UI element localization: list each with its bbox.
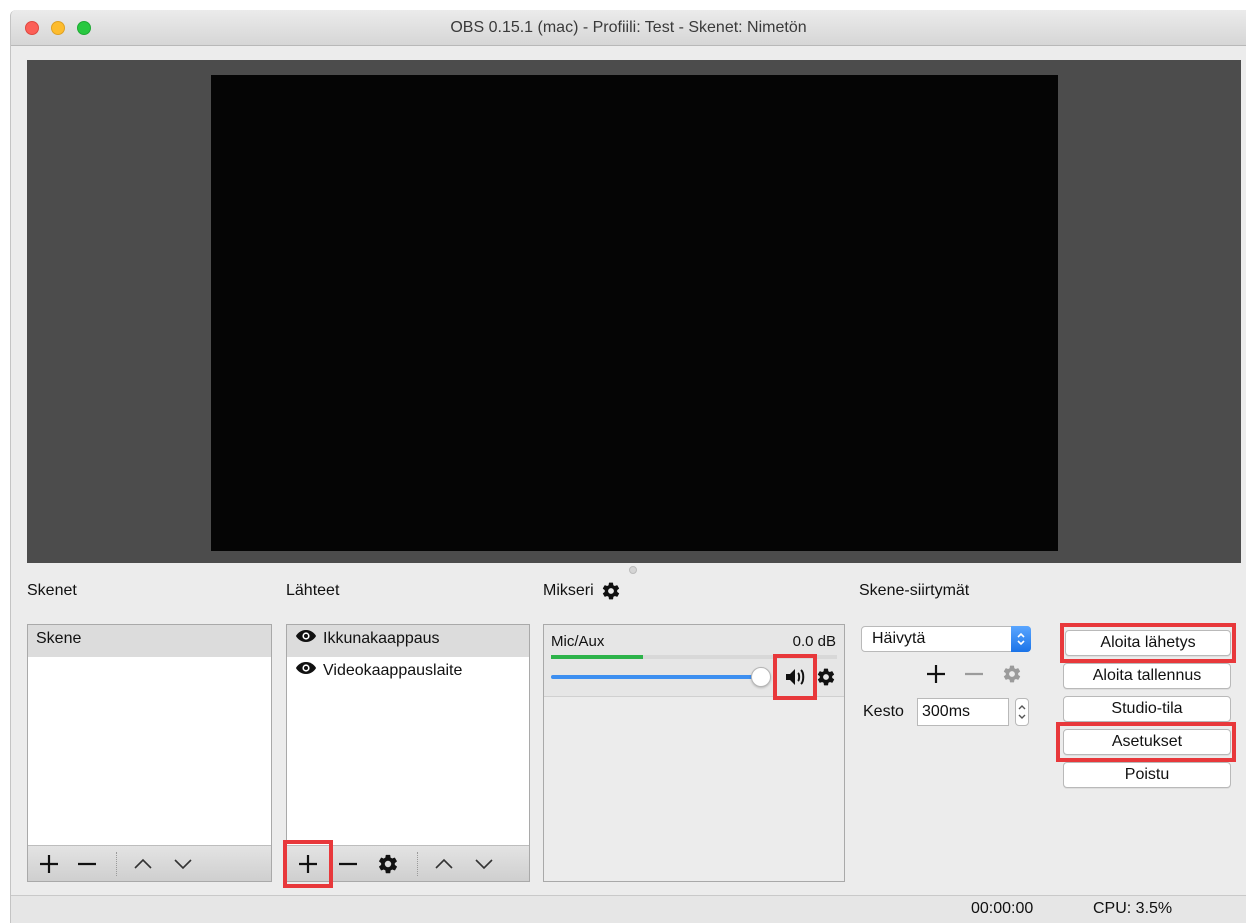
gear-icon <box>817 668 835 686</box>
transition-properties-button[interactable] <box>997 660 1027 688</box>
mixer-title-row: Mikseri <box>543 580 621 602</box>
add-transition-button[interactable] <box>921 660 951 688</box>
toolbar-separator <box>116 852 117 876</box>
plus-icon <box>927 665 945 683</box>
minus-icon <box>339 862 357 866</box>
chevron-down-icon <box>174 859 192 870</box>
duration-label: Kesto <box>863 703 904 720</box>
source-item-label: Videokaappauslaite <box>323 662 463 680</box>
toolbar-separator <box>417 852 418 876</box>
volume-meter-fill <box>551 655 643 659</box>
volume-slider-knob[interactable] <box>751 667 771 687</box>
channel-level: 0.0 dB <box>792 633 836 650</box>
window-title: OBS 0.15.1 (mac) - Profiili: Test - Sken… <box>450 19 807 36</box>
title-bar: OBS 0.15.1 (mac) - Profiili: Test - Sken… <box>11 10 1246 46</box>
exit-button[interactable]: Poistu <box>1063 762 1231 788</box>
stepper-arrows-icon <box>1018 705 1026 719</box>
mixer-gear-icon[interactable] <box>601 581 621 601</box>
channel-settings-button[interactable] <box>814 665 838 689</box>
add-source-highlight <box>283 840 333 888</box>
source-properties-button[interactable] <box>373 850 403 878</box>
volume-slider[interactable] <box>551 667 771 687</box>
transition-select-value: Häivytä <box>872 630 926 647</box>
settings-highlight <box>1056 722 1236 762</box>
remove-transition-button[interactable] <box>959 660 989 688</box>
move-source-up-button[interactable] <box>429 850 459 878</box>
move-scene-up-button[interactable] <box>128 850 158 878</box>
mute-button-highlight <box>773 654 817 700</box>
start-streaming-highlight <box>1060 623 1236 663</box>
add-scene-button[interactable] <box>34 850 64 878</box>
obs-window: OBS 0.15.1 (mac) - Profiili: Test - Sken… <box>10 10 1246 923</box>
preview-area[interactable] <box>27 60 1241 563</box>
move-scene-down-button[interactable] <box>168 850 198 878</box>
eye-icon[interactable] <box>295 625 317 653</box>
source-item-label: Ikkunakaappaus <box>323 630 440 648</box>
scenes-panel: Skene <box>27 624 272 882</box>
studio-mode-button[interactable]: Studio-tila <box>1063 696 1231 722</box>
stream-time: 00:00:00 <box>971 900 1034 917</box>
remove-source-button[interactable] <box>333 850 363 878</box>
scenes-title: Skenet <box>27 582 77 599</box>
chevron-up-icon <box>435 858 453 869</box>
source-item[interactable]: Ikkunakaappaus <box>287 625 529 657</box>
splitter-handle[interactable] <box>629 566 637 574</box>
remove-scene-button[interactable] <box>72 850 102 878</box>
duration-input[interactable]: 300ms <box>917 698 1009 726</box>
transitions-title: Skene-siirtymät <box>859 582 970 599</box>
start-recording-button[interactable]: Aloita tallennus <box>1063 663 1231 689</box>
scenes-toolbar <box>28 845 271 881</box>
gear-icon <box>379 854 397 874</box>
channel-name: Mic/Aux <box>551 633 605 650</box>
chevron-up-icon <box>134 858 152 869</box>
preview-canvas[interactable] <box>211 75 1058 551</box>
plus-icon <box>40 855 58 873</box>
select-arrows-icon <box>1011 626 1031 652</box>
duration-stepper[interactable] <box>1015 698 1029 726</box>
sources-title: Lähteet <box>286 582 340 599</box>
cpu-usage: CPU: 3.5% <box>1093 900 1173 917</box>
status-bar: 00:00:00 CPU: 3.5% <box>11 895 1246 923</box>
volume-slider-fill <box>551 675 761 679</box>
scene-item[interactable]: Skene <box>28 625 271 657</box>
minus-icon <box>965 672 983 676</box>
eye-icon[interactable] <box>295 657 317 685</box>
chevron-down-icon <box>475 859 493 870</box>
minus-icon <box>78 862 96 866</box>
gear-icon <box>1003 665 1021 683</box>
move-source-down-button[interactable] <box>469 850 499 878</box>
mixer-title: Mikseri <box>543 582 594 599</box>
source-item[interactable]: Videokaappauslaite <box>287 657 529 689</box>
transition-select[interactable]: Häivytä <box>861 626 1031 652</box>
scene-item-label: Skene <box>36 630 82 647</box>
